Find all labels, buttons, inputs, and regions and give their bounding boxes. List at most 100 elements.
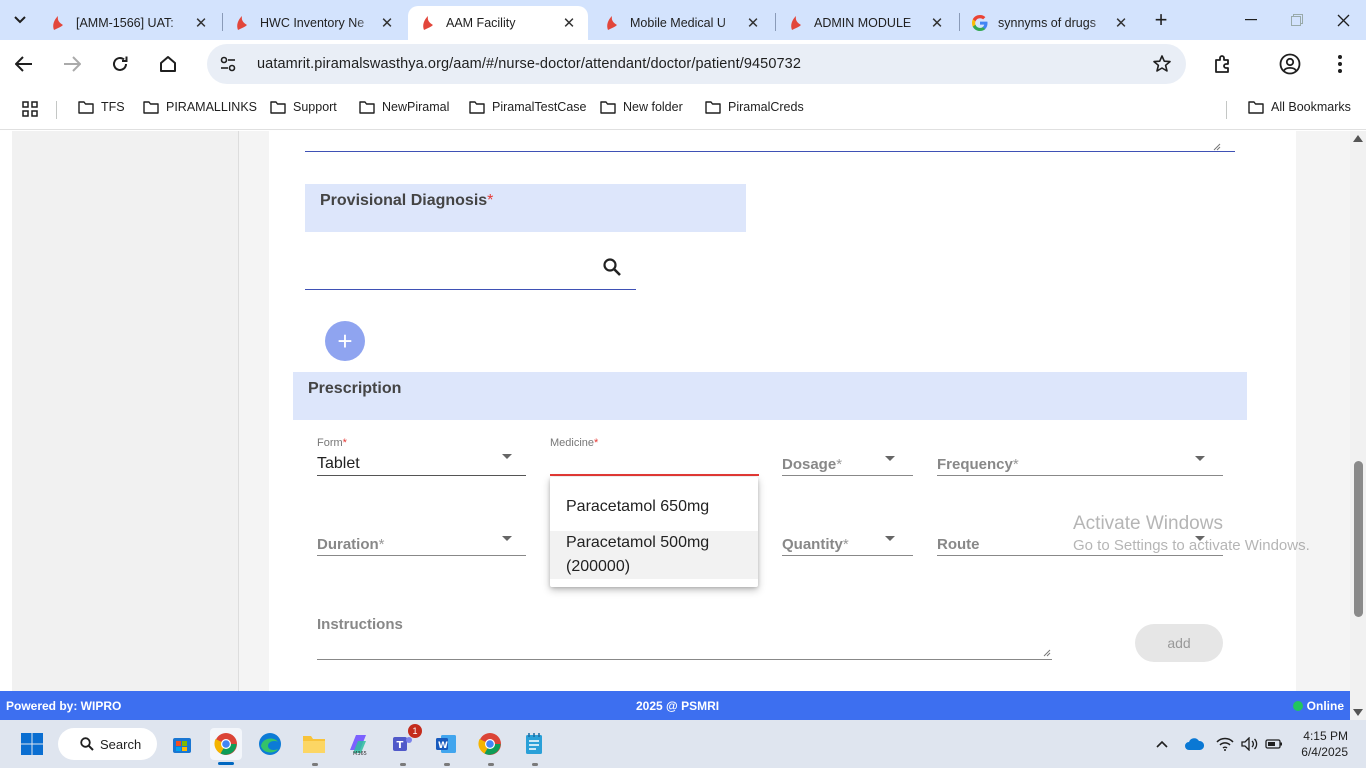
scrollbar-thumb[interactable] [1354, 461, 1363, 617]
new-tab-plus-icon[interactable]: + [1148, 7, 1174, 32]
forward-arrow-icon[interactable] [56, 48, 88, 80]
dropdown-arrow-icon [885, 456, 895, 461]
battery-icon[interactable] [1263, 734, 1285, 754]
add-diagnosis-button[interactable]: + [325, 321, 365, 361]
close-window-icon[interactable] [1320, 6, 1366, 34]
tab-amm-1566[interactable]: [AMM-1566] UAT: ✕ [38, 6, 220, 40]
windows-start-icon[interactable] [16, 728, 48, 760]
add-prescription-button[interactable]: add [1135, 624, 1223, 662]
all-bookmarks-folder[interactable]: All Bookmarks [1248, 100, 1351, 114]
close-tab-icon[interactable]: ✕ [1112, 14, 1130, 32]
notification-badge: 1 [408, 724, 422, 738]
resize-grip-icon[interactable] [1213, 143, 1221, 151]
chrome-taskbar-icon[interactable] [210, 728, 242, 760]
restore-icon[interactable] [1274, 6, 1320, 34]
field-label: Instructions [317, 616, 403, 633]
show-hidden-icons-chevron-icon[interactable] [1151, 734, 1173, 754]
dropdown-arrow-icon [502, 454, 512, 459]
volume-icon[interactable] [1239, 734, 1261, 754]
m365-icon[interactable]: M365 [342, 728, 374, 760]
back-arrow-icon[interactable] [8, 48, 40, 80]
tab-title: synnyms of drugs [998, 16, 1096, 30]
close-tab-icon[interactable]: ✕ [378, 14, 396, 32]
bookmark-folder-piramallinks[interactable]: PIRAMALLINKS [143, 100, 257, 114]
app-footer: Powered by: WIPRO 2025 @ PSMRI Online [0, 691, 1350, 720]
quantity-select[interactable]: Quantity* [782, 521, 913, 556]
chrome-profile-icon[interactable] [474, 728, 506, 760]
address-bar[interactable]: uatamrit.piramalswasthya.org/aam/#/nurse… [207, 44, 1186, 84]
form-select[interactable]: Form* Tablet [317, 437, 526, 476]
page-viewport: Provisional Diagnosis* + Prescription Fo… [0, 131, 1350, 691]
field-label: Form [317, 437, 343, 449]
provisional-diagnosis-search-input[interactable] [305, 251, 636, 290]
close-tab-icon[interactable]: ✕ [928, 14, 946, 32]
bookmark-label: PiramalTestCase [492, 100, 587, 114]
doctor-form-card: Provisional Diagnosis* + Prescription Fo… [269, 131, 1296, 691]
bookmark-label: NewPiramal [382, 100, 450, 114]
tab-search-chevron-icon[interactable] [6, 7, 34, 33]
bookmark-star-icon[interactable] [1152, 54, 1172, 74]
bookmark-folder-tfs[interactable]: TFS [78, 100, 125, 114]
close-tab-icon[interactable]: ✕ [192, 14, 210, 32]
medicine-option[interactable]: Paracetamol 500mg (200000) [550, 531, 758, 579]
minimize-icon[interactable] [1228, 6, 1274, 34]
medicine-input[interactable]: Medicine* [550, 437, 759, 476]
wifi-icon[interactable] [1214, 734, 1236, 754]
piramal-logo-icon [788, 15, 804, 31]
tab-google-search[interactable]: synnyms of drugs ✕ [960, 6, 1140, 40]
system-clock[interactable]: 4:15 PM 6/4/2025 [1301, 728, 1348, 760]
close-tab-icon[interactable]: ✕ [744, 14, 762, 32]
reload-icon[interactable] [104, 48, 136, 80]
frequency-select[interactable]: Frequency* [937, 441, 1223, 476]
bookmark-folder-support[interactable]: Support [270, 100, 337, 114]
tab-aam-facility[interactable]: AAM Facility ✕ [408, 6, 588, 40]
clock-time: 4:15 PM [1303, 729, 1348, 743]
onedrive-cloud-icon[interactable] [1183, 734, 1205, 754]
piramal-logo-icon [604, 15, 620, 31]
previous-textarea-underline[interactable] [305, 151, 1235, 152]
tab-admin-module[interactable]: ADMIN MODULE ✕ [776, 6, 956, 40]
close-tab-icon[interactable]: ✕ [560, 14, 578, 32]
tab-title: Mobile Medical U [630, 16, 726, 30]
search-icon[interactable] [602, 257, 622, 277]
dosage-select[interactable]: Dosage* [782, 441, 913, 476]
tab-mobile-medical[interactable]: Mobile Medical U ✕ [592, 6, 772, 40]
file-explorer-icon[interactable] [298, 728, 330, 760]
activate-windows-watermark: Activate Windows [1073, 513, 1223, 534]
dropdown-arrow-icon [1195, 456, 1205, 461]
tab-title: ADMIN MODULE [814, 16, 912, 30]
bookmark-folder-new-folder[interactable]: New folder [600, 100, 683, 114]
profile-avatar-icon[interactable] [1274, 48, 1306, 80]
online-dot-icon [1292, 701, 1303, 711]
search-icon [80, 737, 94, 751]
instructions-textarea[interactable]: Instructions [317, 601, 1052, 660]
medicine-option[interactable]: Paracetamol 650mg [550, 495, 758, 519]
field-label: Medicine [550, 437, 595, 449]
url-text[interactable]: uatamrit.piramalswasthya.org/aam/#/nurse… [257, 56, 801, 72]
word-icon[interactable]: W [430, 728, 462, 760]
scroll-up-arrow-icon[interactable] [1353, 135, 1363, 142]
bookmark-folder-piramalcreds[interactable]: PiramalCreds [705, 100, 804, 114]
extensions-puzzle-icon[interactable] [1206, 48, 1238, 80]
microsoft-store-icon[interactable] [166, 728, 198, 760]
apps-grid-icon[interactable] [22, 101, 38, 117]
bookmark-folder-piramaltestcase[interactable]: PiramalTestCase [469, 100, 586, 114]
edge-icon[interactable] [254, 728, 286, 760]
tab-hwc-inventory[interactable]: HWC Inventory Ne ✕ [222, 6, 406, 40]
site-settings-icon[interactable] [219, 55, 237, 73]
taskbar-search-box[interactable]: Search [58, 728, 157, 760]
teams-icon[interactable]: T 1 [386, 724, 422, 760]
resize-grip-icon[interactable] [1043, 649, 1051, 657]
bookmark-folder-newpiramal[interactable]: NewPiramal [359, 100, 449, 114]
tab-title: [AMM-1566] UAT: [76, 16, 174, 30]
scroll-down-arrow-icon[interactable] [1353, 709, 1363, 716]
medicine-autocomplete-panel: Paracetamol 650mg Paracetamol 500mg (200… [550, 477, 758, 587]
duration-select[interactable]: Duration* [317, 521, 526, 556]
browser-menu-icon[interactable] [1324, 48, 1356, 80]
field-label: Frequency [937, 456, 1013, 473]
notepad-icon[interactable] [518, 728, 550, 760]
home-icon[interactable] [152, 48, 184, 80]
folder-icon [359, 100, 375, 114]
folder-icon [143, 100, 159, 114]
page-scrollbar[interactable] [1350, 131, 1366, 721]
